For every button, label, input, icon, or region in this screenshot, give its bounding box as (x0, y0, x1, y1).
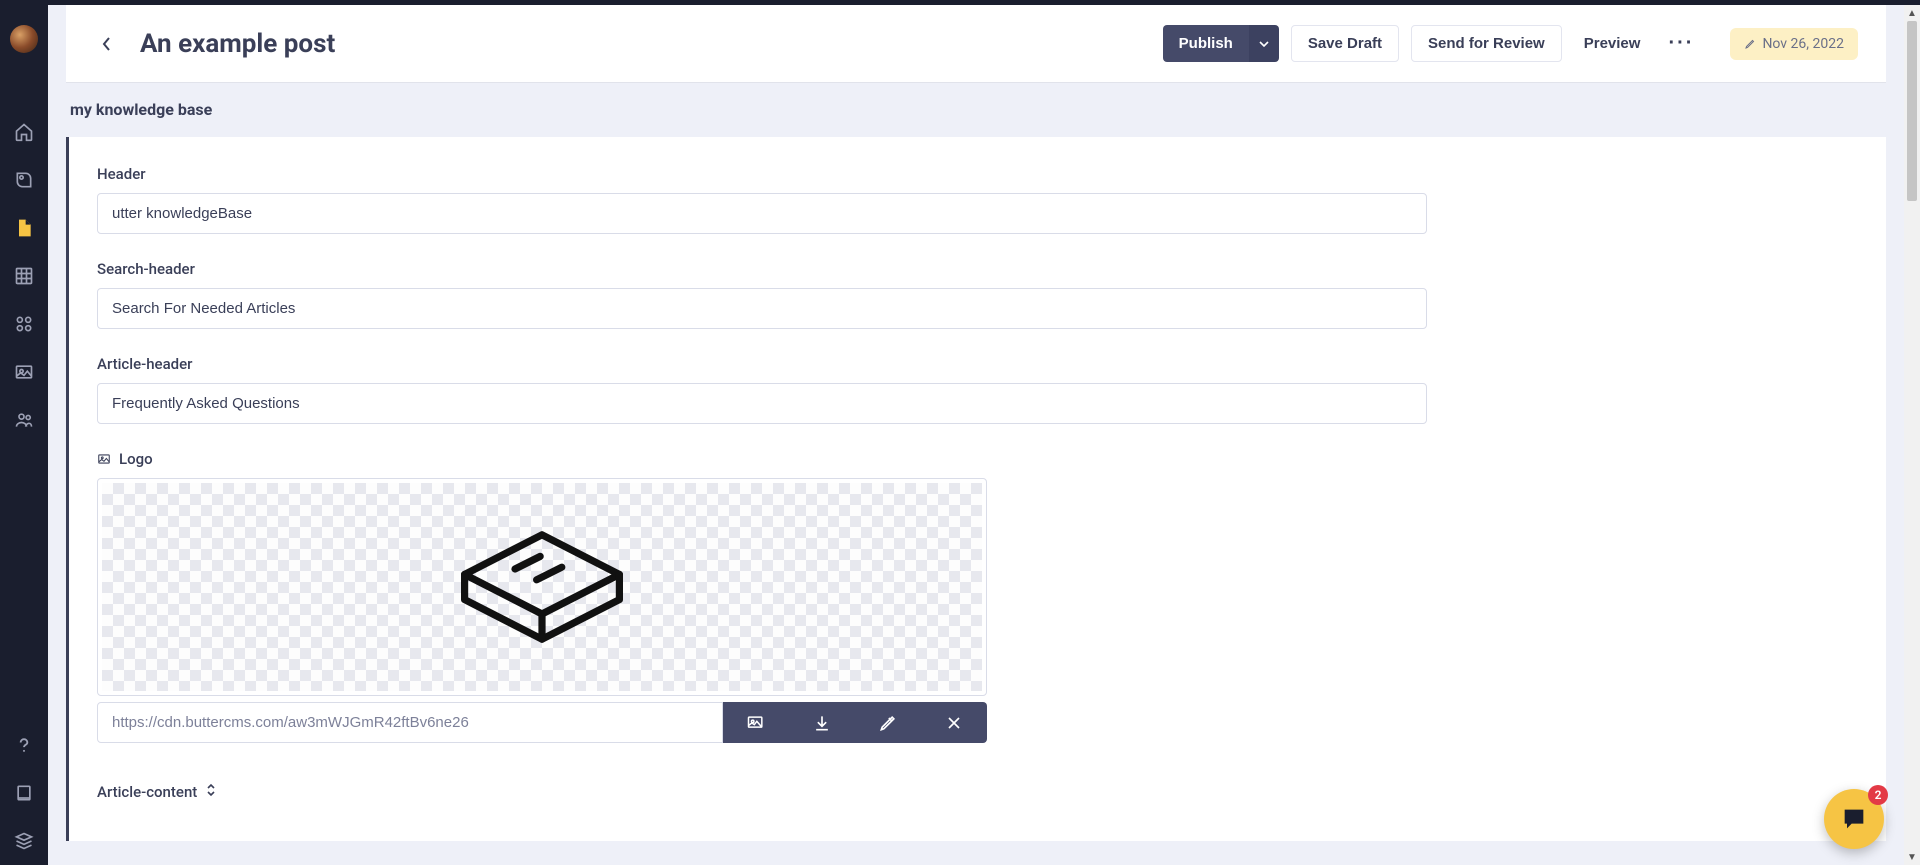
sidebar-item-blog[interactable] (0, 156, 48, 204)
chevron-down-icon (1259, 41, 1269, 47)
preview-button[interactable]: Preview (1574, 26, 1651, 61)
sidebar-item-home[interactable] (0, 108, 48, 156)
label-header: Header (97, 165, 1858, 183)
edit-image-button[interactable] (855, 702, 921, 743)
sidebar-item-users[interactable] (0, 396, 48, 444)
help-icon (14, 735, 34, 755)
date-text: Nov 26, 2022 (1762, 36, 1844, 52)
sidebar-item-media[interactable] (0, 348, 48, 396)
page-title: An example post (140, 29, 335, 59)
sidebar-item-docs[interactable] (0, 769, 48, 817)
image-swap-icon (746, 713, 766, 733)
modules-icon (14, 314, 34, 334)
expand-toggle[interactable] (205, 783, 217, 801)
pencil-icon (1744, 38, 1756, 50)
input-search-header[interactable] (97, 288, 1427, 329)
scrollbar-thumb[interactable] (1907, 21, 1917, 201)
media-icon (14, 362, 34, 382)
users-icon (14, 410, 34, 430)
main-scroll: An example post Publish Save Draft Send … (48, 5, 1904, 865)
label-search-header: Search-header (97, 260, 1858, 278)
sidebar-item-pages[interactable] (0, 204, 48, 252)
home-icon (14, 122, 34, 142)
input-article-header[interactable] (97, 383, 1427, 424)
grid-icon (14, 266, 34, 286)
label-article-content: Article-content (97, 783, 1858, 801)
field-search-header: Search-header (97, 260, 1858, 329)
chevron-left-icon (102, 36, 112, 52)
chat-icon (1840, 805, 1868, 833)
field-logo: Logo (97, 450, 987, 743)
blog-icon (14, 170, 34, 190)
label-article-content-text: Article-content (97, 783, 197, 801)
date-badge[interactable]: Nov 26, 2022 (1730, 28, 1858, 60)
field-header: Header (97, 165, 1858, 234)
replace-image-button[interactable] (723, 702, 789, 743)
header-actions: Publish Save Draft Send for Review Previ… (1163, 23, 1858, 64)
scroll-up-button[interactable]: ▲ (1904, 5, 1920, 21)
logo-preview[interactable] (97, 478, 987, 696)
breadcrumb: my knowledge base (48, 82, 1904, 119)
back-button[interactable] (94, 32, 120, 56)
logo-url-actions (723, 702, 987, 743)
vertical-scrollbar[interactable]: ▲ ▼ (1904, 5, 1920, 865)
input-header[interactable] (97, 193, 1427, 234)
publish-group: Publish (1163, 25, 1279, 62)
stack-icon (14, 831, 34, 851)
download-image-button[interactable] (789, 702, 855, 743)
more-actions-button[interactable]: ··· (1662, 23, 1700, 64)
publish-dropdown[interactable] (1249, 25, 1279, 62)
logo-url-row (97, 702, 987, 743)
input-logo-url[interactable] (97, 702, 723, 743)
sidebar-item-stack[interactable] (0, 817, 48, 865)
book-icon (14, 783, 34, 803)
sidebar-item-grid[interactable] (0, 252, 48, 300)
logo-graphic (452, 524, 632, 650)
label-logo-text: Logo (119, 450, 153, 468)
chat-launcher[interactable]: 2 (1824, 789, 1884, 849)
chevron-up-down-icon (205, 783, 217, 797)
chat-badge: 2 (1868, 785, 1888, 805)
remove-image-button[interactable] (921, 702, 987, 743)
field-article-header: Article-header (97, 355, 1858, 424)
form-card: Header Search-header Article-header Logo (66, 137, 1886, 841)
close-icon (944, 713, 964, 733)
label-article-header: Article-header (97, 355, 1858, 373)
editor-header: An example post Publish Save Draft Send … (66, 5, 1886, 82)
scroll-down-button[interactable]: ▼ (1904, 849, 1920, 865)
sidebar-nav (0, 5, 48, 865)
avatar[interactable] (10, 25, 38, 53)
send-for-review-button[interactable]: Send for Review (1411, 25, 1562, 62)
sidebar-item-help[interactable] (0, 721, 48, 769)
page-icon (14, 218, 34, 238)
save-draft-button[interactable]: Save Draft (1291, 25, 1399, 62)
publish-button[interactable]: Publish (1163, 25, 1249, 62)
sidebar-item-modules[interactable] (0, 300, 48, 348)
image-icon (97, 452, 111, 466)
logo-checker-bg (102, 483, 982, 691)
download-icon (812, 713, 832, 733)
label-logo: Logo (97, 450, 987, 468)
edit-icon (878, 713, 898, 733)
